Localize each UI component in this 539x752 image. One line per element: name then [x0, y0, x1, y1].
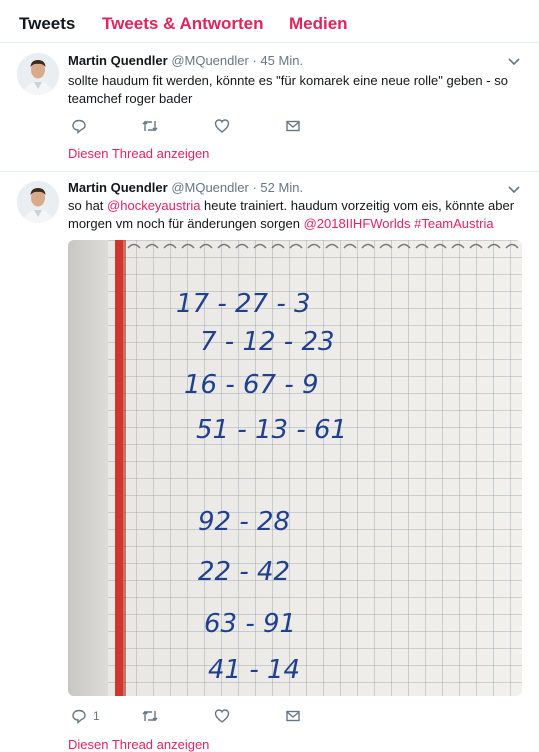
- handwritten-line: 92 - 28: [198, 507, 290, 537]
- mention-link[interactable]: @2018IIHFWorlds: [304, 216, 411, 231]
- user-handle[interactable]: @MQuendler: [171, 180, 249, 195]
- handwritten-line: 22 - 42: [198, 557, 290, 587]
- tweet[interactable]: Martin Quendler @MQuendler · 52 Min. so …: [0, 172, 539, 752]
- retweet-icon: [142, 710, 158, 722]
- retweet-button[interactable]: [141, 708, 159, 724]
- tab-tweets[interactable]: Tweets: [19, 14, 75, 34]
- reply-icon: [72, 709, 86, 724]
- mention-link[interactable]: @hockeyaustria: [107, 198, 200, 213]
- envelope-icon: [286, 120, 300, 132]
- tweet-text: so hat @hockeyaustria heute trainiert. h…: [68, 197, 516, 233]
- tweet-timestamp[interactable]: 45 Min.: [260, 53, 303, 68]
- avatar-image: [17, 53, 59, 95]
- like-button[interactable]: [214, 118, 230, 134]
- notebook-photo: 17 - 27 - 3 7 - 12 - 23 16 - 67 - 9 51 -…: [68, 240, 522, 696]
- separator-dot: ·: [252, 180, 257, 195]
- retweet-icon: [142, 120, 158, 132]
- tweet-actions: [68, 118, 368, 138]
- tweet-text-segment: so hat: [68, 198, 108, 213]
- tab-media[interactable]: Medien: [289, 14, 348, 34]
- reply-count: 1: [93, 709, 100, 723]
- hashtag-link[interactable]: #TeamAustria: [414, 216, 493, 231]
- user-handle[interactable]: @MQuendler: [171, 53, 249, 68]
- envelope-icon: [286, 710, 300, 722]
- display-name[interactable]: Martin Quendler: [68, 53, 168, 68]
- handwritten-line: 51 - 13 - 61: [196, 415, 347, 445]
- tab-tweets-and-replies[interactable]: Tweets & Antworten: [102, 14, 264, 34]
- avatar-image: [17, 181, 59, 223]
- chevron-down-icon[interactable]: [507, 54, 521, 68]
- tweet[interactable]: Martin Quendler @MQuendler · 45 Min. sol…: [0, 43, 539, 172]
- handwritten-line: 16 - 67 - 9: [184, 370, 319, 400]
- tweet-timestamp[interactable]: 52 Min.: [260, 180, 303, 195]
- reply-button[interactable]: [71, 118, 93, 134]
- like-button[interactable]: [214, 708, 230, 724]
- tweet-header: Martin Quendler @MQuendler · 45 Min.: [68, 53, 303, 68]
- handwritten-line: 17 - 27 - 3: [176, 289, 311, 319]
- avatar[interactable]: [17, 181, 59, 223]
- handwritten-line: 7 - 12 - 23: [200, 327, 335, 357]
- tweet-header: Martin Quendler @MQuendler · 52 Min.: [68, 180, 303, 195]
- show-thread-link[interactable]: Diesen Thread anzeigen: [68, 146, 209, 161]
- separator-dot: ·: [252, 53, 257, 68]
- direct-message-button[interactable]: [285, 708, 301, 724]
- handwritten-line: 63 - 91: [204, 609, 296, 639]
- tweet-actions: 1: [68, 708, 368, 728]
- heart-icon: [214, 709, 230, 723]
- tweet-text: sollte haudum fit werden, könnte es "für…: [68, 73, 508, 106]
- reply-icon: [72, 119, 86, 134]
- avatar[interactable]: [17, 53, 59, 95]
- profile-tabs: Tweets Tweets & Antworten Medien: [0, 0, 539, 43]
- direct-message-button[interactable]: [285, 118, 301, 134]
- handwritten-line: 41 - 14: [208, 655, 300, 685]
- retweet-button[interactable]: [141, 118, 159, 134]
- chevron-down-icon[interactable]: [507, 182, 521, 196]
- heart-icon: [214, 119, 230, 133]
- tweet-photo[interactable]: 17 - 27 - 3 7 - 12 - 23 16 - 67 - 9 51 -…: [68, 240, 522, 696]
- reply-button[interactable]: 1: [71, 708, 100, 724]
- display-name[interactable]: Martin Quendler: [68, 180, 168, 195]
- show-thread-link[interactable]: Diesen Thread anzeigen: [68, 737, 209, 752]
